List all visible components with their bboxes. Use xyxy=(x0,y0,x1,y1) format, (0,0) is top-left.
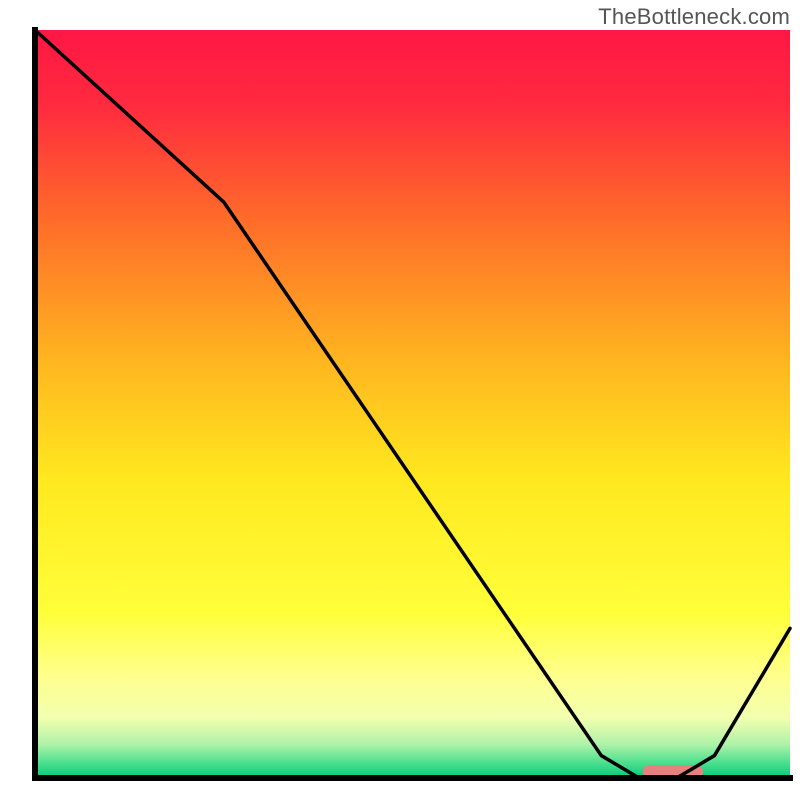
watermark-text: TheBottleneck.com xyxy=(598,4,790,30)
chart-container: TheBottleneck.com xyxy=(0,0,800,800)
plot-background xyxy=(35,30,790,778)
bottleneck-chart xyxy=(0,0,800,800)
